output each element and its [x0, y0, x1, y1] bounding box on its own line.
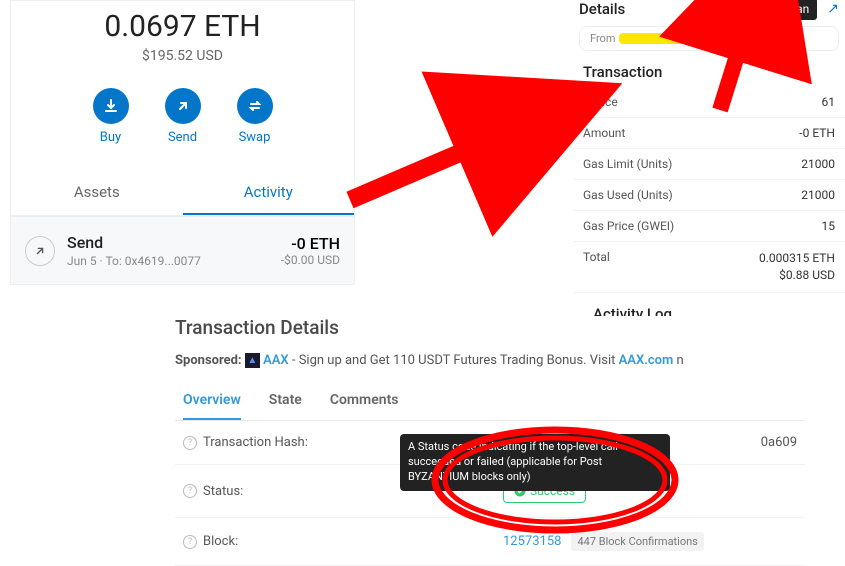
tx-title: Send — [67, 233, 281, 252]
gas-used-label: Gas Used (Units) — [583, 188, 673, 202]
help-icon[interactable]: ? — [183, 535, 197, 549]
row-gas-used: Gas Used (Units) 21000 — [573, 180, 845, 211]
total-label: Total — [583, 250, 610, 284]
to-label: To: — [707, 32, 722, 45]
tab-assets[interactable]: Assets — [11, 171, 183, 215]
amount-label: Amount — [583, 126, 625, 140]
swap-label: Swap — [239, 130, 271, 145]
buy-button[interactable]: Buy — [93, 88, 129, 145]
balance-usd: $195.52 USD — [11, 48, 354, 64]
arrow-up-right-icon — [25, 236, 55, 266]
tx-amount: -0 ETH — [281, 234, 340, 253]
swap-icon — [237, 88, 273, 124]
sponsor-name[interactable]: AAX — [263, 353, 289, 368]
row-block: ? Block: 12573158 447 Block Confirmation… — [175, 518, 805, 566]
send-label: Send — [168, 130, 197, 145]
total-usd: $0.88 USD — [759, 267, 835, 284]
sponsored-banner: Sponsored: ▲ AAX - Sign up and Get 110 U… — [175, 353, 805, 368]
row-total: Total 0.000315 ETH $0.88 USD — [573, 242, 845, 293]
from-to-row: From 〉 To: — [579, 26, 839, 51]
tx-amount-usd: -$0.00 USD — [281, 253, 340, 267]
tab-comments[interactable]: Comments — [330, 382, 399, 420]
row-amount: Amount -0 ETH — [573, 118, 845, 149]
download-icon — [93, 88, 129, 124]
gas-price-value: 15 — [822, 219, 836, 233]
from-label: From — [590, 32, 615, 45]
transaction-section: Transaction — [573, 51, 845, 87]
to-address-redacted — [726, 33, 796, 44]
gas-limit-value: 21000 — [801, 157, 835, 171]
block-value[interactable]: 12573158 — [503, 534, 561, 549]
wallet-tabs: Assets Activity — [11, 171, 354, 216]
tab-overview[interactable]: Overview — [183, 382, 241, 420]
block-confirmations: 447 Block Confirmations — [571, 532, 703, 551]
etherscan-title: Transaction Details — [175, 316, 805, 339]
nonce-label: Nonce — [583, 95, 618, 109]
status-label: Status: — [203, 484, 243, 499]
sponsor-tail: n — [673, 353, 683, 368]
etherscan-tabs: Overview State Comments — [175, 382, 805, 421]
hash-label: Transaction Hash: — [203, 435, 308, 450]
nonce-value: 61 — [822, 95, 836, 109]
sponsor-logo-icon: ▲ — [245, 353, 260, 368]
external-link-icon[interactable]: ↗ — [827, 1, 839, 17]
row-nonce: Nonce 61 — [573, 87, 845, 118]
wallet-actions: Buy Send Swap — [11, 88, 354, 145]
details-title: Details — [579, 0, 625, 18]
gas-used-value: 21000 — [801, 188, 835, 202]
arrow-up-right-icon — [165, 88, 201, 124]
transaction-item[interactable]: Send Jun 5 · To: 0x4619...0077 -0 ETH -$… — [11, 216, 354, 284]
row-gas-limit: Gas Limit (Units) 21000 — [573, 149, 845, 180]
gas-limit-label: Gas Limit (Units) — [583, 157, 672, 171]
details-panel: Details View on Etherscan ↗ From 〉 To: T… — [573, 0, 845, 329]
send-button[interactable]: Send — [165, 88, 201, 145]
sponsor-text: - Sign up and Get 110 USDT Futures Tradi… — [289, 353, 619, 368]
amount-value: -0 ETH — [799, 126, 835, 140]
gas-price-label: Gas Price (GWEI) — [583, 219, 674, 233]
hash-tail: 0a609 — [761, 435, 797, 450]
tab-activity[interactable]: Activity — [183, 171, 355, 215]
total-eth: 0.000315 ETH — [759, 250, 835, 267]
block-label: Block: — [203, 534, 238, 549]
status-tooltip: A Status code indicating if the top-leve… — [400, 434, 670, 491]
from-address-redacted — [619, 33, 689, 44]
sponsored-label: Sponsored: — [175, 353, 242, 368]
tab-state[interactable]: State — [269, 382, 302, 420]
row-gas-price: Gas Price (GWEI) 15 — [573, 211, 845, 242]
etherscan-tooltip: View on Etherscan — [702, 0, 817, 20]
tx-subtitle: Jun 5 · To: 0x4619...0077 — [67, 254, 281, 268]
buy-label: Buy — [100, 130, 121, 145]
help-icon[interactable]: ? — [183, 484, 197, 498]
help-icon[interactable]: ? — [183, 436, 197, 450]
balance-eth: 0.0697 ETH — [11, 9, 354, 44]
sponsor-link[interactable]: AAX.com — [619, 353, 674, 368]
chevron-right-icon: 〉 — [693, 31, 703, 46]
swap-button[interactable]: Swap — [237, 88, 273, 145]
annotation-arrow-1 — [350, 140, 490, 200]
wallet-panel: 0.0697 ETH $195.52 USD Buy Send Swap Ass… — [10, 0, 355, 285]
